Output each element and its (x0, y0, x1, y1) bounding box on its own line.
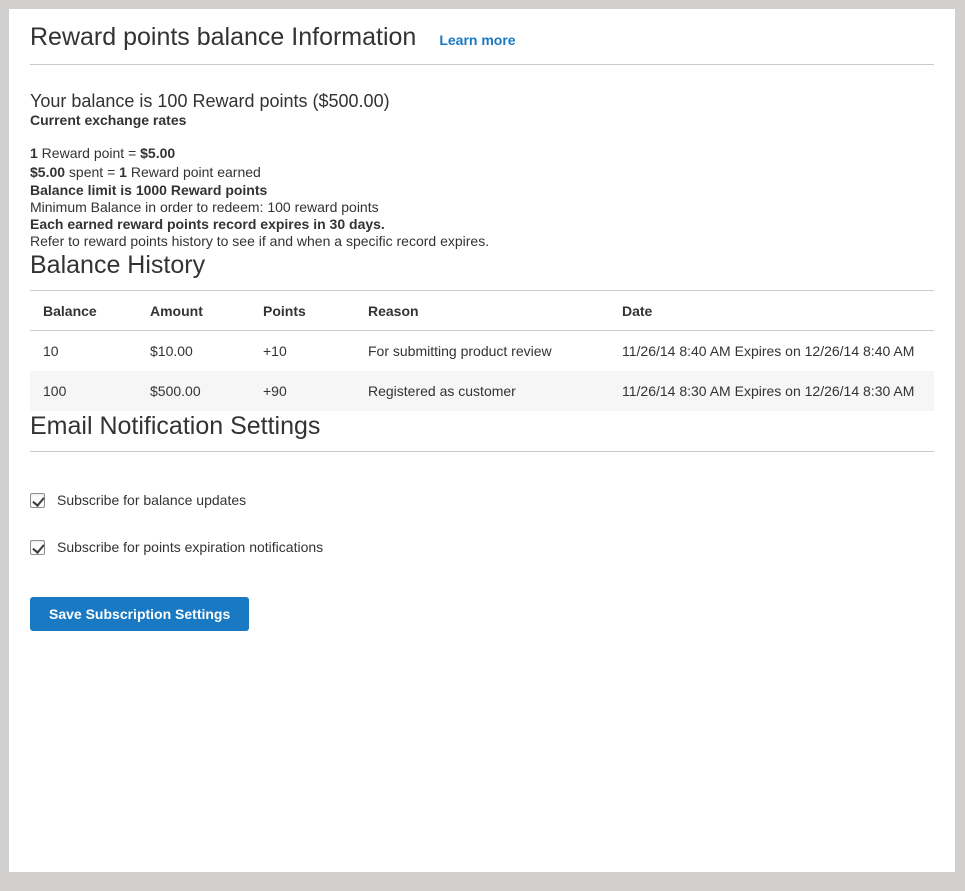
balance-summary: Your balance is 100 Reward points ($500.… (30, 91, 934, 112)
exchange-rate-lines: 1 Reward point = $5.00 $5.00 spent = 1 Re… (30, 144, 934, 182)
rate1-amount: $5.00 (140, 145, 175, 161)
cell-reason: Registered as customer (355, 371, 609, 411)
points-expiration-option[interactable]: Subscribe for points expiration notifica… (30, 539, 323, 555)
exchange-rates-heading: Current exchange rates (30, 112, 934, 129)
col-header-balance: Balance (30, 291, 137, 331)
cell-points: +10 (250, 331, 355, 372)
balance-history-table: Balance Amount Points Reason Date 10 $10… (30, 290, 934, 411)
rate2-tail: Reward point earned (127, 164, 261, 180)
col-header-amount: Amount (137, 291, 250, 331)
save-subscription-button[interactable]: Save Subscription Settings (30, 597, 249, 631)
cell-points: +90 (250, 371, 355, 411)
table-row: 100 $500.00 +90 Registered as customer 1… (30, 371, 934, 411)
learn-more-link[interactable]: Learn more (439, 32, 515, 48)
cell-balance: 100 (30, 371, 137, 411)
points-expiration-label: Subscribe for points expiration notifica… (57, 539, 323, 555)
email-settings-divider (30, 451, 934, 452)
header-divider (30, 64, 934, 65)
cell-balance: 10 (30, 331, 137, 372)
email-settings-heading: Email Notification Settings (30, 411, 934, 441)
col-header-reason: Reason (355, 291, 609, 331)
cell-date: 11/26/14 8:40 AM Expires on 12/26/14 8:4… (609, 331, 934, 372)
balance-limit-line: Balance limit is 1000 Reward points (30, 182, 934, 199)
balance-updates-label: Subscribe for balance updates (57, 492, 246, 508)
col-header-points: Points (250, 291, 355, 331)
table-row: 10 $10.00 +10 For submitting product rev… (30, 331, 934, 372)
page-title: Reward points balance Information (30, 23, 416, 51)
rate1-points: 1 (30, 145, 38, 161)
rate1-text: Reward point = (38, 145, 140, 161)
expiration-note-line: Refer to reward points history to see if… (30, 233, 934, 250)
table-header-row: Balance Amount Points Reason Date (30, 291, 934, 331)
balance-updates-checkbox[interactable] (30, 493, 45, 508)
rate2-amount: $5.00 (30, 164, 65, 180)
balance-updates-option[interactable]: Subscribe for balance updates (30, 492, 246, 508)
balance-history-heading: Balance History (30, 250, 934, 280)
cell-amount: $500.00 (137, 371, 250, 411)
rate2-points: 1 (119, 164, 127, 180)
page-header: Reward points balance Information Learn … (30, 23, 934, 51)
rate2-text: spent = (65, 164, 119, 180)
col-header-date: Date (609, 291, 934, 331)
reward-points-panel: Reward points balance Information Learn … (9, 9, 955, 872)
expiration-rule-line: Each earned reward points record expires… (30, 216, 934, 233)
cell-amount: $10.00 (137, 331, 250, 372)
minimum-balance-line: Minimum Balance in order to redeem: 100 … (30, 199, 934, 216)
points-expiration-checkbox[interactable] (30, 540, 45, 555)
cell-reason: For submitting product review (355, 331, 609, 372)
cell-date: 11/26/14 8:30 AM Expires on 12/26/14 8:3… (609, 371, 934, 411)
